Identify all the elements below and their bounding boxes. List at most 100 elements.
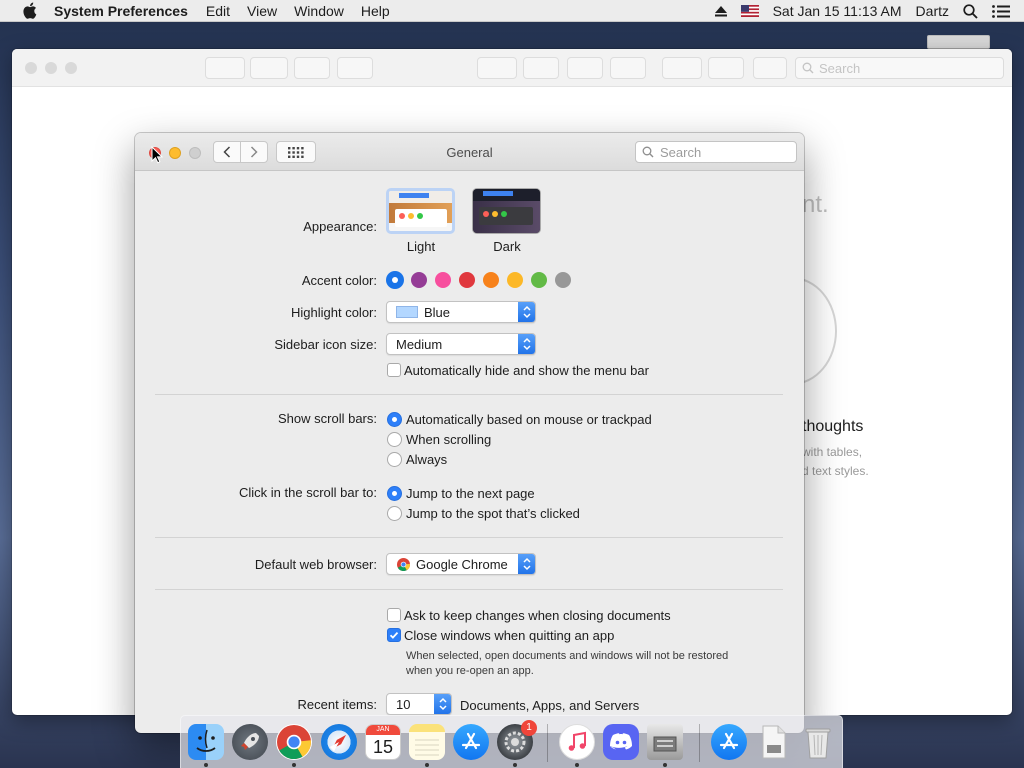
- scroll-bars-when-scrolling-radio[interactable]: [387, 432, 402, 447]
- menu-help[interactable]: Help: [361, 3, 390, 19]
- auto-hide-menubar-checkbox[interactable]: [387, 363, 401, 377]
- notes-app-icon[interactable]: [409, 724, 445, 760]
- notes-share-button[interactable]: [753, 57, 787, 79]
- close-windows-label: Close windows when quitting an app: [404, 628, 615, 643]
- accent-color-swatch[interactable]: [531, 272, 547, 288]
- notes-lock-button[interactable]: [477, 57, 517, 79]
- prefs-search-field[interactable]: Search: [635, 141, 797, 163]
- menu-user[interactable]: Dartz: [916, 3, 949, 19]
- accent-color-swatch[interactable]: [507, 272, 523, 288]
- menu-edit[interactable]: Edit: [206, 3, 230, 19]
- close-windows-checkbox[interactable]: [387, 628, 401, 642]
- auto-hide-menubar-label: Automatically hide and show the menu bar: [404, 363, 649, 378]
- ask-keep-changes-label: Ask to keep changes when closing documen…: [404, 608, 671, 623]
- spotlight-search-icon[interactable]: [963, 3, 978, 19]
- jump-to-spot-radio[interactable]: [387, 506, 402, 521]
- notes-zoom-button[interactable]: [65, 62, 77, 74]
- notes-search-field[interactable]: Search: [795, 57, 1004, 79]
- recent-items-popup[interactable]: 10: [386, 693, 452, 715]
- notes-bg-fragment: nt.: [802, 191, 829, 218]
- notes-table-button[interactable]: [523, 57, 559, 79]
- appearance-dark-option[interactable]: [472, 188, 541, 234]
- menu-app-name[interactable]: System Preferences: [54, 3, 188, 19]
- appearance-light-label: Light: [406, 239, 436, 254]
- accent-color-swatch[interactable]: [459, 272, 475, 288]
- launchpad-icon[interactable]: [232, 724, 268, 760]
- search-icon: [802, 62, 814, 74]
- highlight-color-popup[interactable]: Blue: [386, 301, 536, 323]
- notes-sidebar-button[interactable]: [205, 57, 245, 79]
- section-divider: [155, 589, 783, 590]
- dock-separator: [547, 724, 548, 762]
- notes-checklist-button[interactable]: [567, 57, 603, 79]
- notes-minimize-button[interactable]: [45, 62, 57, 74]
- discord-icon[interactable]: [603, 724, 639, 760]
- menu-window[interactable]: Window: [294, 3, 344, 19]
- apple-menu-icon[interactable]: [20, 2, 38, 20]
- ask-keep-changes-checkbox[interactable]: [387, 608, 401, 622]
- notes-close-button[interactable]: [25, 62, 37, 74]
- scroll-bars-always-radio[interactable]: [387, 452, 402, 467]
- notification-center-icon[interactable]: [992, 4, 1010, 18]
- recent-items-suffix: Documents, Apps, and Servers: [460, 698, 640, 713]
- light-thumb-highlight: [399, 193, 429, 198]
- mouse-cursor: [151, 145, 164, 169]
- calendar-icon[interactable]: JAN 15: [365, 724, 401, 760]
- music-icon[interactable]: [559, 724, 595, 760]
- calendar-month: JAN: [366, 725, 400, 735]
- app-store-icon[interactable]: [453, 724, 489, 760]
- background-window-thumbnail: [927, 35, 990, 49]
- dark-thumb-highlight: [483, 191, 513, 196]
- dark-thumb-yellow-dot: [492, 211, 498, 217]
- notes-compose-button[interactable]: [337, 57, 373, 79]
- eject-icon[interactable]: [714, 5, 727, 17]
- default-browser-popup[interactable]: Google Chrome: [386, 553, 536, 575]
- accent-color-swatch[interactable]: [387, 272, 403, 288]
- installer-disk-icon[interactable]: [647, 724, 683, 760]
- notes-gallery-button[interactable]: [250, 57, 288, 79]
- close-windows-note-line1: When selected, open documents and window…: [406, 650, 729, 662]
- dark-thumb-green-dot: [501, 211, 507, 217]
- notes-media-button[interactable]: [662, 57, 702, 79]
- scroll-bars-automatic-radio[interactable]: [387, 412, 402, 427]
- section-divider: [155, 537, 783, 538]
- music-running-indicator: [575, 763, 579, 767]
- trash-icon[interactable]: [800, 724, 836, 760]
- chrome-icon: [397, 557, 410, 571]
- input-source-flag-icon[interactable]: [740, 5, 759, 17]
- notes-delete-button[interactable]: [294, 57, 330, 79]
- finder-icon[interactable]: [188, 724, 224, 760]
- menu-clock[interactable]: Sat Jan 15 11:13 AM: [773, 3, 902, 19]
- appearance-light-option[interactable]: [386, 188, 455, 234]
- appearance-label: Appearance:: [303, 219, 377, 234]
- search-icon: [642, 146, 654, 158]
- click-scroll-bar-label: Click in the scroll bar to:: [239, 485, 377, 500]
- checkmark-icon: [389, 631, 399, 639]
- prefs-search-placeholder: Search: [660, 144, 702, 160]
- sidebar-icon-size-label: Sidebar icon size:: [274, 337, 377, 352]
- highlight-color-swatch: [396, 306, 418, 318]
- accent-color-swatch[interactable]: [483, 272, 499, 288]
- default-browser-value: Google Chrome: [416, 556, 508, 572]
- chrome-dock-icon[interactable]: [276, 724, 312, 760]
- light-thumb-yellow-dot: [408, 213, 414, 219]
- recent-items-value: 10: [396, 696, 411, 712]
- sidebar-icon-size-popup[interactable]: Medium: [386, 333, 536, 355]
- popup-arrows-icon: [434, 694, 451, 714]
- jump-next-page-radio[interactable]: [387, 486, 402, 501]
- notes-collaborate-button[interactable]: [708, 57, 744, 79]
- scroll-bars-when-scrolling-label: When scrolling: [406, 432, 492, 447]
- menu-view[interactable]: View: [247, 3, 277, 19]
- document-icon[interactable]: [756, 724, 792, 760]
- dock: JAN 15 1: [180, 715, 843, 768]
- notes-format-button[interactable]: [610, 57, 646, 79]
- recent-items-label: Recent items:: [297, 697, 377, 712]
- accent-color-swatch[interactable]: [435, 272, 451, 288]
- appearance-dark-label: Dark: [493, 239, 521, 254]
- popup-arrows-icon: [518, 554, 535, 574]
- safari-icon[interactable]: [321, 724, 357, 760]
- popup-arrows-icon: [518, 334, 535, 354]
- app-store-download-icon[interactable]: [711, 724, 747, 760]
- accent-color-swatch[interactable]: [411, 272, 427, 288]
- accent-color-swatch[interactable]: [555, 272, 571, 288]
